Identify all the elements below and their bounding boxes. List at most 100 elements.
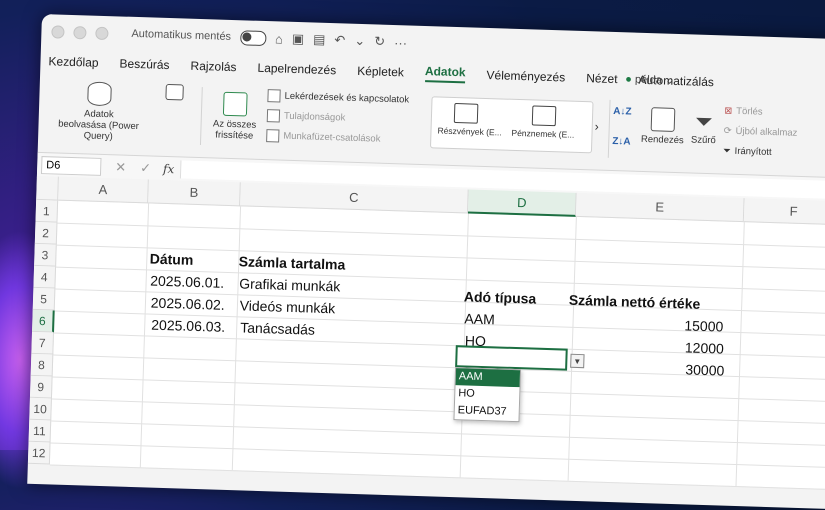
tab-kezdőlap[interactable]: Kezdőlap	[48, 54, 98, 70]
gallery-more-icon[interactable]: ›	[595, 119, 599, 133]
reapply-button[interactable]: ⟳ Újból alkalmaz	[723, 125, 797, 138]
dropdown-option[interactable]: EUFAD37	[454, 402, 519, 421]
sort-za-button[interactable]: Z↓A	[612, 136, 631, 148]
sort-icon	[650, 107, 676, 132]
autosave-label: Automatikus mentés	[131, 27, 232, 43]
cell-c5[interactable]: Videós munkák	[239, 297, 335, 316]
dropdown-option[interactable]: HO	[455, 385, 520, 404]
row-header-5[interactable]: 5	[32, 287, 56, 311]
cell-c3[interactable]: Számla tartalma	[238, 253, 345, 272]
queries-button[interactable]: Lekérdezések és kapcsolatok	[267, 89, 409, 106]
insert-function-icon[interactable]: fx	[163, 162, 175, 176]
stocks-button[interactable]: Részvények (E...	[437, 125, 502, 137]
link-icon	[266, 129, 280, 143]
sort-az-button[interactable]: A↓Z	[613, 106, 632, 118]
row-header-11[interactable]: 11	[28, 419, 52, 443]
validation-dropdown-list: AAM HO EUFAD37	[453, 367, 522, 423]
properties-label: Tulajdonságok	[283, 110, 346, 124]
undo-dropdown-icon[interactable]: ⌄	[354, 33, 365, 49]
row-header-12[interactable]: 12	[27, 441, 51, 465]
get-data-label-2: beolvasása (Power Query)	[57, 118, 140, 143]
advanced-filter-button[interactable]: ⏷ Irányított	[723, 145, 772, 158]
currency-icon	[531, 105, 557, 127]
undo-icon[interactable]: ↶	[334, 32, 345, 48]
divider	[607, 99, 611, 158]
enter-icon[interactable]: ✓	[140, 160, 151, 176]
cancel-icon[interactable]: ✕	[115, 159, 126, 175]
cell-c4[interactable]: Grafikai munkák	[239, 275, 341, 294]
tab-adatok[interactable]: Adatok	[424, 64, 466, 84]
name-box[interactable]: D6	[40, 156, 102, 176]
row-header-7[interactable]: 7	[31, 331, 55, 355]
chevron-down-icon: ⌄	[664, 74, 675, 87]
save-as-icon[interactable]: ▤	[313, 32, 326, 48]
tab-képletek[interactable]: Képletek	[357, 64, 404, 79]
column-header-f[interactable]: F	[743, 198, 825, 226]
row-header-10[interactable]: 10	[29, 397, 52, 421]
data-types-gallery: Részvények (E... Pénznemek (E...	[429, 96, 594, 154]
clear-filter-icon: ⊠	[724, 105, 733, 117]
sort-za-icon: Z↓A	[612, 135, 631, 148]
tab-beszúrás[interactable]: Beszúrás	[119, 56, 169, 72]
column-header-d[interactable]: D	[467, 189, 577, 217]
row-header-2[interactable]: 2	[34, 221, 58, 245]
dropdown-arrow-button[interactable]: ▼	[570, 353, 585, 369]
dropdown-option[interactable]: AAM	[455, 368, 521, 388]
filter-button[interactable]: ⏷ Szűrő	[686, 108, 721, 147]
filter-icon: ⏷	[694, 108, 714, 135]
column-header-b[interactable]: B	[148, 179, 241, 207]
queries-label: Lekérdezések és kapcsolatok	[284, 90, 410, 106]
document-name-label: példa	[634, 73, 663, 87]
get-data-button[interactable]: Adatok beolvasása (Power Query)	[42, 80, 156, 143]
cell-b4[interactable]: 2025.06.01.	[150, 273, 224, 291]
advanced-label: Irányított	[734, 145, 772, 158]
document-name[interactable]: ● példa ⌄	[625, 72, 674, 87]
tab-nézet[interactable]: Nézet	[586, 71, 618, 86]
tab-lapelrendezés[interactable]: Lapelrendezés	[257, 61, 336, 77]
zoom-window-button[interactable]	[95, 26, 109, 40]
tab-véleményezés[interactable]: Véleményezés	[486, 68, 565, 84]
database-icon	[87, 81, 112, 107]
sort-button[interactable]: Rendezés	[638, 107, 687, 146]
cell-b5[interactable]: 2025.06.02.	[151, 295, 225, 313]
row-header-3[interactable]: 3	[34, 243, 57, 267]
cell-b3[interactable]: Dátum	[150, 251, 194, 268]
currencies-button[interactable]: Pénznemek (E...	[511, 128, 574, 140]
row-header-1[interactable]: 1	[35, 199, 59, 223]
redo-icon[interactable]: ↻	[374, 33, 385, 49]
sort-label: Rendezés	[640, 133, 684, 147]
name-box-value: D6	[46, 159, 61, 172]
clear-label: Törlés	[736, 105, 763, 118]
reapply-icon: ⟳	[723, 125, 732, 137]
clear-button[interactable]: ⊠ Törlés	[724, 105, 763, 117]
divider	[199, 87, 203, 146]
cell-b6[interactable]: 2025.06.03.	[151, 317, 225, 335]
minimize-window-button[interactable]	[73, 25, 87, 39]
data-source-button[interactable]	[165, 83, 184, 104]
filter-label: Szűrő	[690, 134, 716, 147]
workbook-links-button[interactable]: Munkafüzet-csatolások	[266, 129, 381, 146]
close-window-button[interactable]	[51, 24, 65, 39]
refresh-label-2: frissítése	[215, 129, 254, 142]
cell-d5[interactable]: AAM	[464, 310, 495, 327]
bank-icon	[453, 102, 479, 124]
properties-button[interactable]: Tulajdonságok	[266, 109, 346, 124]
workbook-links-label: Munkafüzet-csatolások	[283, 130, 381, 145]
advanced-filter-icon: ⏷	[722, 145, 731, 157]
cell-d4[interactable]: Adó típusa	[464, 288, 537, 306]
row-header-9[interactable]: 9	[29, 375, 53, 399]
row-header-8[interactable]: 8	[30, 353, 54, 377]
autosave-toggle[interactable]	[239, 29, 267, 46]
column-header-a[interactable]: A	[58, 176, 149, 204]
row-header-6[interactable]: 6	[32, 309, 55, 333]
save-icon[interactable]: ▣	[292, 31, 305, 47]
cell-c6[interactable]: Tanácsadás	[240, 319, 315, 337]
home-icon[interactable]: ⌂	[275, 31, 283, 46]
cell-d6[interactable]: HO	[465, 332, 486, 349]
reapply-label: Újból alkalmaz	[735, 125, 798, 139]
more-icon[interactable]: ···	[394, 35, 407, 50]
select-all-corner[interactable]	[36, 175, 59, 201]
refresh-all-button[interactable]: Az összes frissítése	[204, 91, 266, 142]
row-header-4[interactable]: 4	[33, 265, 57, 289]
tab-rajzolás[interactable]: Rajzolás	[190, 59, 236, 74]
